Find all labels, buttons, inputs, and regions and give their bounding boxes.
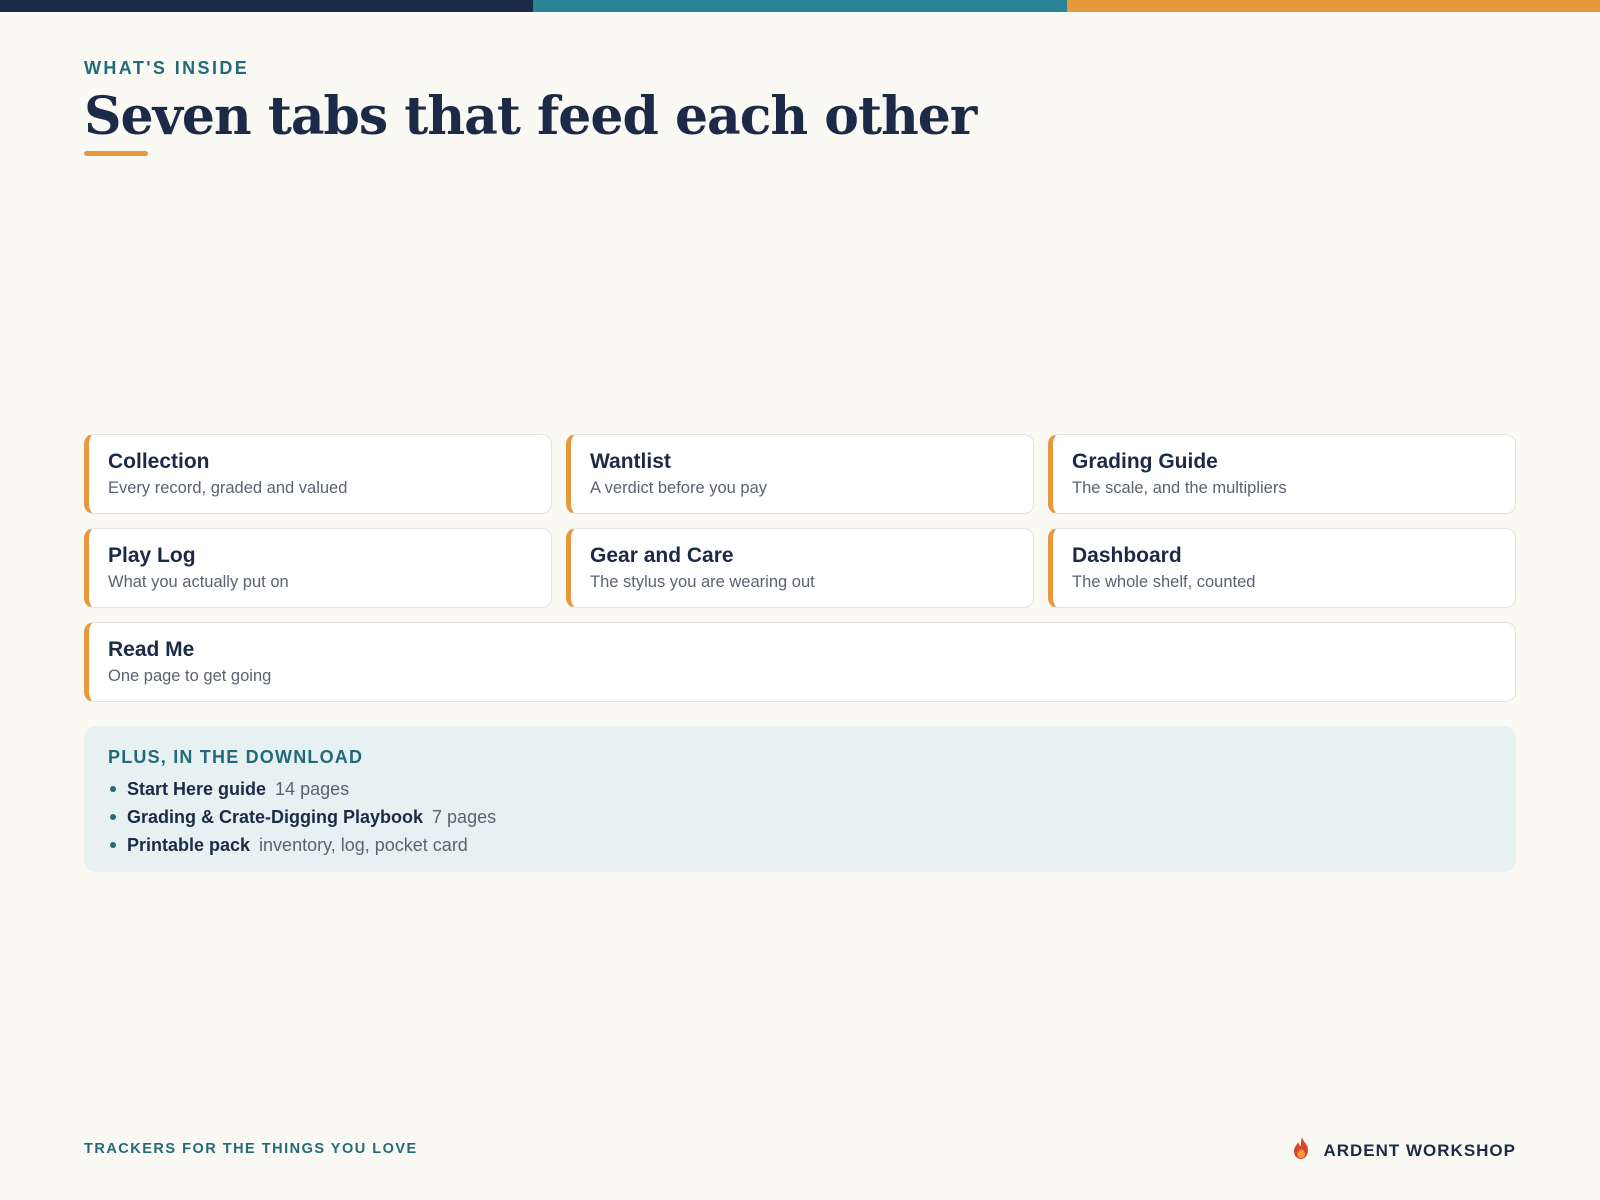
bullet-icon: [110, 786, 116, 792]
bullet-icon: [110, 842, 116, 848]
tab-card-subtitle: What you actually put on: [108, 573, 289, 591]
tab-card-read-me: Read Me One page to get going: [84, 622, 1516, 702]
tab-card-subtitle: The scale, and the multipliers: [1072, 479, 1287, 497]
tab-card-title: Read Me: [108, 638, 195, 661]
tab-card-title: Wantlist: [590, 450, 671, 473]
tab-card-gear-and-care: Gear and Care The stylus you are wearing…: [566, 528, 1034, 608]
top-color-bar: [0, 0, 1600, 12]
extras-item-name: Start Here guide: [127, 779, 267, 799]
extras-item-detail: 7 pages: [432, 807, 497, 827]
section-eyebrow: WHAT'S INSIDE: [84, 58, 250, 78]
tab-card-title: Dashboard: [1072, 544, 1182, 567]
tab-card-title: Play Log: [108, 544, 196, 567]
tab-card-dashboard: Dashboard The whole shelf, counted: [1048, 528, 1516, 608]
tab-cards-grid: Collection Every record, graded and valu…: [84, 434, 1516, 702]
tab-card-title: Gear and Care: [590, 544, 734, 567]
tab-card-wantlist: Wantlist A verdict before you pay: [566, 434, 1034, 514]
top-bar-orange-segment: [1066, 0, 1600, 12]
tab-card-play-log: Play Log What you actually put on: [84, 528, 552, 608]
list-item: Printable pack inventory, log, pocket ca…: [108, 831, 1492, 859]
title-underline: [84, 151, 148, 156]
tab-card-subtitle: The whole shelf, counted: [1072, 573, 1256, 591]
download-extras-panel: PLUS, IN THE DOWNLOAD Start Here guide 1…: [84, 726, 1516, 872]
tab-card-subtitle: One page to get going: [108, 667, 272, 685]
brand-name: ARDENT WORKSHOP: [1323, 1140, 1516, 1160]
page-title: Seven tabs that feed each other: [84, 86, 977, 147]
footer-tagline: TRACKERS FOR THE THINGS YOU LOVE: [84, 1141, 418, 1157]
extras-heading: PLUS, IN THE DOWNLOAD: [108, 747, 364, 767]
extras-item-name: Printable pack: [127, 835, 251, 855]
top-bar-navy-segment: [0, 0, 534, 12]
tab-card-grading-guide: Grading Guide The scale, and the multipl…: [1048, 434, 1516, 514]
list-item: Start Here guide 14 pages: [108, 775, 1492, 803]
bullet-icon: [110, 814, 116, 820]
tab-card-title: Collection: [108, 450, 210, 473]
tab-card-subtitle: The stylus you are wearing out: [590, 573, 815, 591]
extras-list: Start Here guide 14 pages Grading & Crat…: [108, 775, 1492, 859]
tab-card-title: Grading Guide: [1072, 450, 1218, 473]
extras-item-detail: 14 pages: [275, 779, 350, 799]
list-item: Grading & Crate-Digging Playbook 7 pages: [108, 803, 1492, 831]
flame-icon: [1291, 1136, 1313, 1165]
brand-logo: ARDENT WORKSHOP: [1291, 1136, 1516, 1165]
top-bar-teal-segment: [533, 0, 1067, 12]
tab-card-collection: Collection Every record, graded and valu…: [84, 434, 552, 514]
extras-item-name: Grading & Crate-Digging Playbook: [127, 807, 424, 827]
tab-card-subtitle: Every record, graded and valued: [108, 479, 348, 497]
extras-item-detail: inventory, log, pocket card: [259, 835, 468, 855]
tab-card-subtitle: A verdict before you pay: [590, 479, 768, 497]
